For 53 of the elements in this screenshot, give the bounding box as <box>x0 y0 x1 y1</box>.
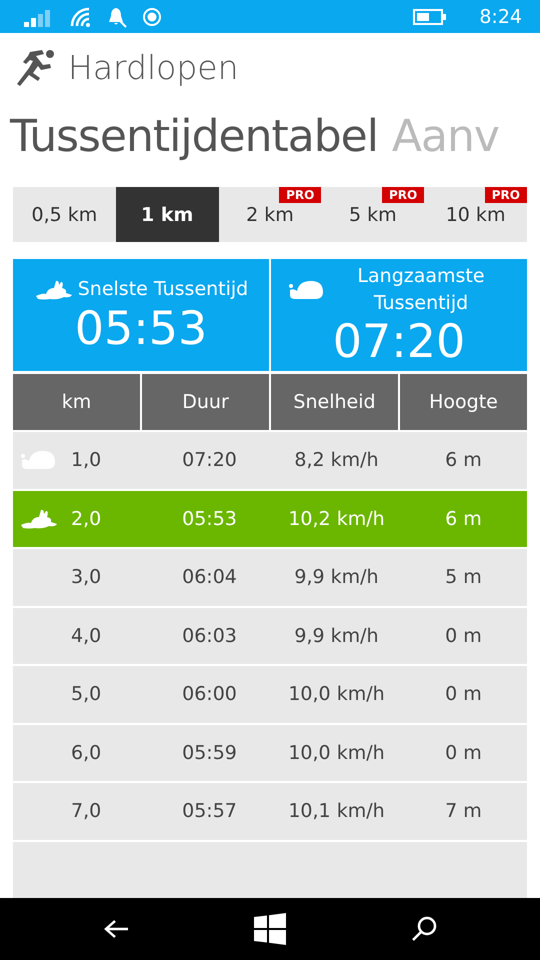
table-cell: 7 m <box>445 800 482 822</box>
pro-badge: PRO <box>279 187 322 203</box>
table-cell: 10,0 km/h <box>288 742 385 764</box>
table-cell: 10,1 km/h <box>288 800 385 822</box>
table-cell: 6,0 <box>71 742 102 764</box>
table-cell: 06:00 <box>182 683 237 706</box>
table-cell: 8,2 km/h <box>294 449 379 472</box>
pro-badge: PRO <box>382 187 424 203</box>
column-header: Snelheid <box>271 374 398 430</box>
bell-off-icon <box>106 6 128 28</box>
table-cell: 0 m <box>445 624 482 647</box>
battery-icon <box>413 8 448 24</box>
distance-tab[interactable]: 1 km <box>116 187 219 242</box>
pivot-header[interactable]: Tussentijdentabel <box>10 111 378 162</box>
table-cell: 5 m <box>445 566 482 588</box>
column-header: Duur <box>142 374 269 430</box>
table-cell: 05:57 <box>182 800 237 822</box>
card-label: Langzaamste Tussentijd <box>356 264 486 316</box>
app-title: Hardlopen <box>68 48 238 88</box>
distance-tab[interactable]: 0,5 km <box>13 187 116 242</box>
windows-icon[interactable] <box>254 913 286 945</box>
pro-badge: PRO <box>484 187 527 203</box>
table-cell: 6 m <box>445 508 482 530</box>
card-label: Snelste Tussentijd <box>78 277 248 302</box>
table-cell: 0 m <box>445 742 482 764</box>
split-time: 05:53 <box>74 303 208 354</box>
table-cell: 9,9 km/h <box>294 566 379 588</box>
hare-icon <box>34 278 74 301</box>
table-cell: 05:53 <box>182 508 237 530</box>
split-time: 07:20 <box>332 316 466 367</box>
table-cell: 9,9 km/h <box>294 624 379 647</box>
table-cell: 3,0 <box>71 566 102 588</box>
back-icon[interactable] <box>102 919 129 939</box>
table-cell: 06:03 <box>182 624 237 647</box>
table-cell: 5,0 <box>71 683 102 706</box>
hare-icon <box>19 508 59 530</box>
table-cell: 07:20 <box>182 449 237 472</box>
table-cell: 7,0 <box>71 800 102 822</box>
column-header: Hoogte <box>400 374 527 430</box>
table-cell: 05:59 <box>182 742 237 764</box>
search-icon[interactable] <box>411 916 438 942</box>
wifi-icon <box>70 6 92 26</box>
circle-icon <box>142 6 162 26</box>
table-cell: 06:04 <box>182 566 237 588</box>
table-cell: 1,0 <box>71 449 102 472</box>
table-cell: 0 m <box>445 683 482 706</box>
table-cell: 4,0 <box>71 624 102 647</box>
table-cell: 10,2 km/h <box>288 508 385 530</box>
table-cell: 10,0 km/h <box>288 683 385 706</box>
clock-time: 8:24 <box>479 6 522 28</box>
column-header: km <box>13 374 140 430</box>
table-cell: 6 m <box>445 449 482 472</box>
table-cell: 2,0 <box>71 508 102 530</box>
